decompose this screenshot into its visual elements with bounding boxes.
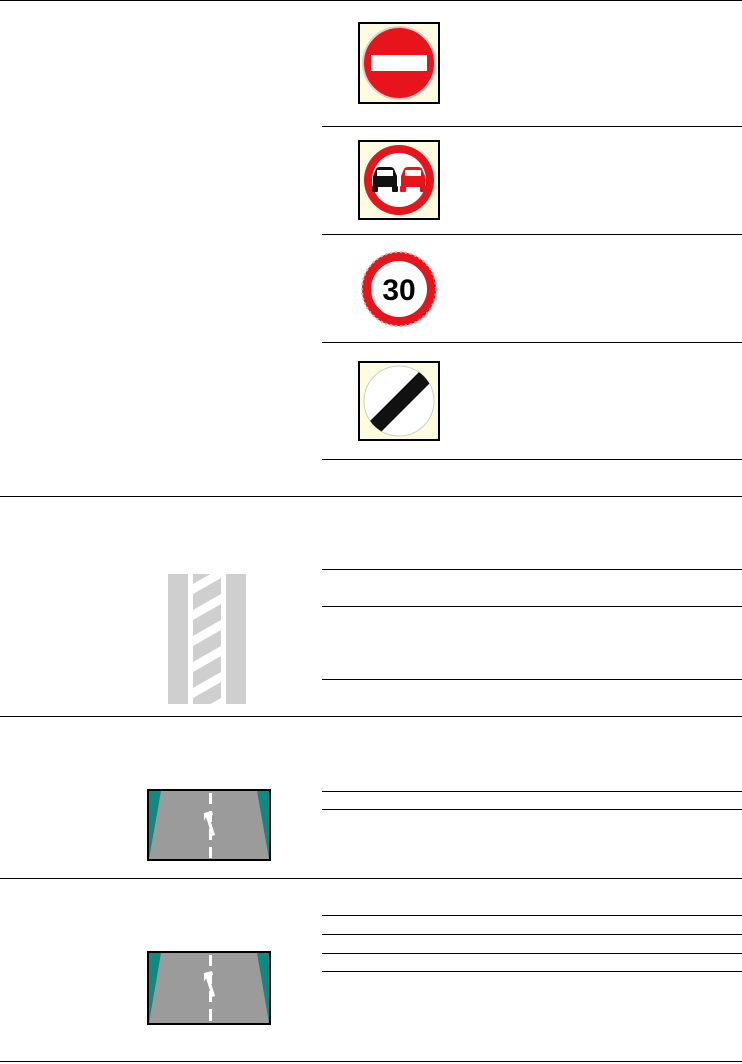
- sign-row-divider-2: [322, 234, 742, 235]
- marking-row-divider-8: [322, 953, 742, 954]
- speed-limit-value: 30: [382, 274, 415, 307]
- no-overtaking-sign-icon: [358, 140, 440, 220]
- section-divider-3: [0, 878, 742, 879]
- marking-row-divider-5: [322, 809, 742, 810]
- sign-row-divider-4: [322, 459, 742, 460]
- marking-row-divider-1: [322, 569, 742, 570]
- page-bottom-rule: [0, 1061, 742, 1062]
- section-divider-2: [0, 716, 742, 717]
- sign-row-divider-3: [322, 342, 742, 343]
- no-entry-sign-icon: [358, 22, 440, 104]
- marking-row-divider-6: [322, 915, 742, 916]
- marking-row-divider-9: [322, 971, 742, 972]
- lane-arrow-marking-2-icon: [147, 951, 271, 1025]
- hatched-marking-icon: [168, 574, 246, 704]
- speed-limit-sign-icon: 30: [358, 249, 442, 329]
- sign-row-divider-1: [322, 126, 742, 127]
- marking-row-divider-7: [322, 934, 742, 935]
- section-divider-1: [0, 496, 742, 497]
- marking-row-divider-3: [322, 679, 742, 680]
- marking-row-divider-4: [322, 791, 742, 792]
- national-speed-limit-sign-icon: [358, 361, 440, 441]
- lane-arrow-marking-icon: [147, 789, 271, 861]
- page-top-rule: [0, 0, 742, 1]
- marking-row-divider-2: [322, 606, 742, 607]
